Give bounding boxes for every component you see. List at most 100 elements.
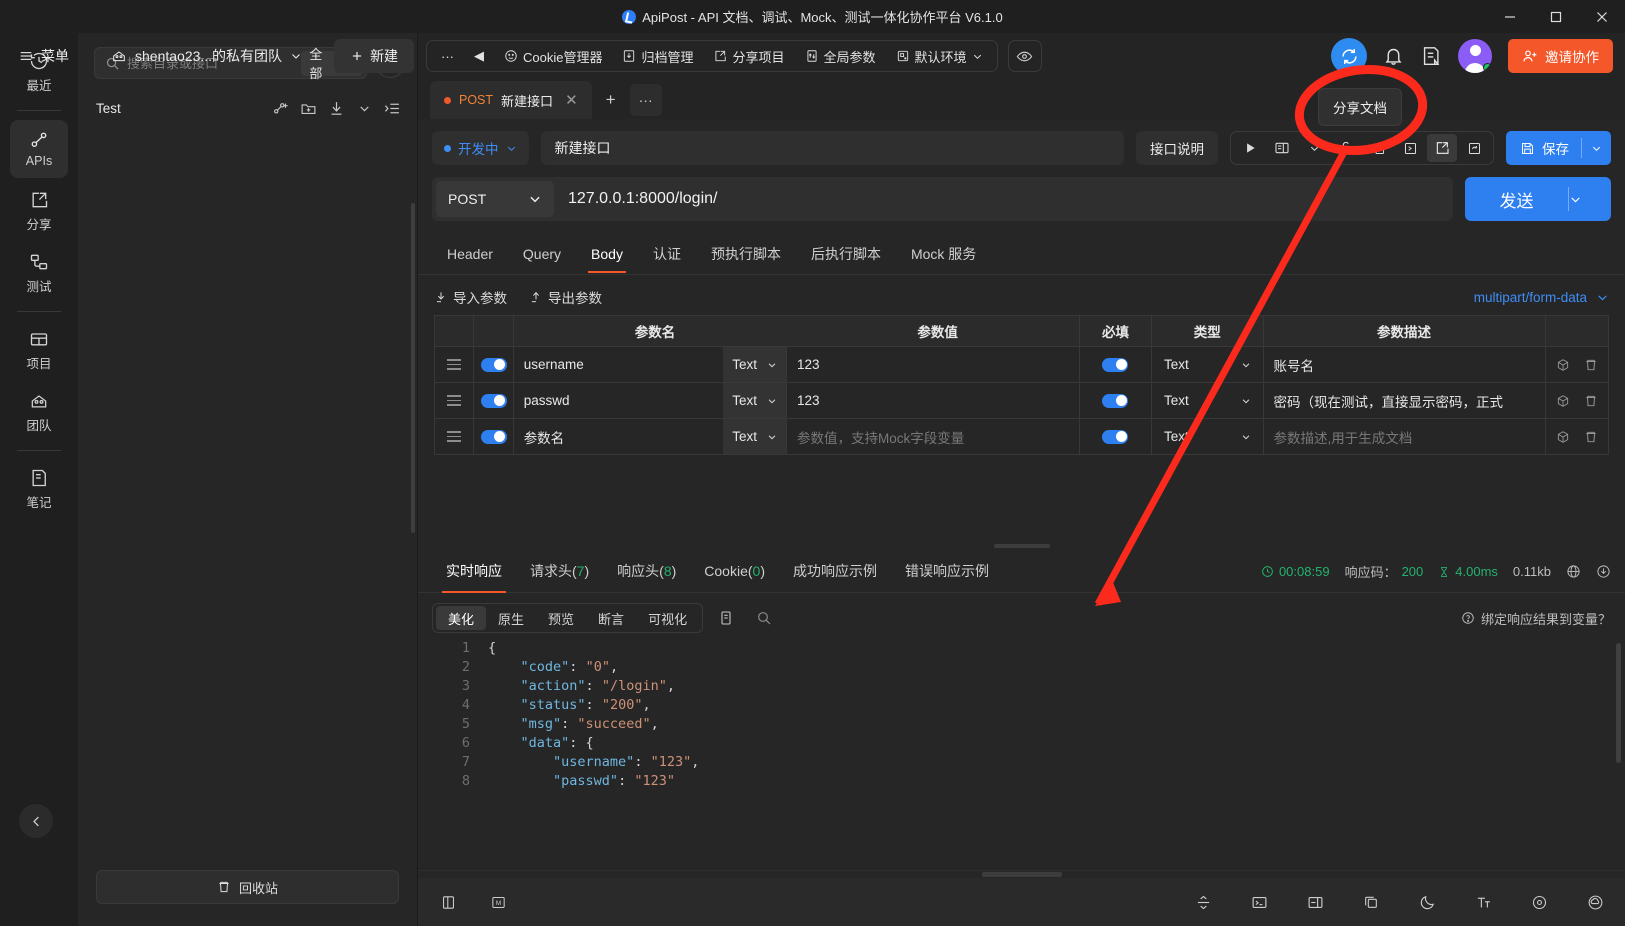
row-enable-toggle[interactable] [473, 346, 514, 383]
new-tab-button[interactable]: + [595, 84, 627, 116]
row-required-toggle[interactable] [1078, 418, 1153, 455]
rail-item-share[interactable]: 分享 [10, 182, 68, 240]
rail-item-team[interactable]: 团队 [10, 383, 68, 441]
share-doc-icon[interactable] [1427, 134, 1457, 162]
tab-options-button[interactable]: ··· [629, 84, 662, 116]
send-button[interactable]: 发送 [1465, 177, 1611, 221]
response-tab-cookie[interactable]: Cookie(0) [690, 553, 779, 590]
rail-item-project[interactable]: 项目 [10, 321, 68, 379]
toolbar-global-params[interactable]: 全局参数 [797, 43, 884, 69]
row-name-type-select[interactable]: Text [723, 419, 786, 454]
rail-item-test[interactable]: 测试 [10, 244, 68, 302]
http-method-select[interactable]: POST [436, 181, 554, 217]
recycle-bin-button[interactable]: 回收站 [96, 870, 399, 904]
panel-right-icon[interactable] [1303, 890, 1327, 914]
toolbar-share-project[interactable]: 分享项目 [705, 43, 792, 69]
team-selector[interactable]: shentao23...的私有团队 [111, 46, 302, 66]
tab-post-script[interactable]: 后执行脚本 [796, 235, 896, 274]
row-name-cell[interactable]: passwd Text [512, 382, 787, 419]
row-drag-handle[interactable] [433, 382, 475, 419]
response-resize-handle[interactable] [418, 541, 1625, 551]
row-desc-cell[interactable]: 参数描述,用于生成文档 [1262, 418, 1546, 455]
save-options-chevron[interactable] [1582, 143, 1611, 154]
import-params-button[interactable]: 导入参数 [434, 287, 507, 307]
row-name-cell[interactable]: username Text [512, 346, 787, 383]
globe-icon[interactable] [1566, 564, 1581, 579]
preview-eye-button[interactable] [1007, 40, 1042, 72]
tab-header[interactable]: Header [432, 237, 508, 272]
menu-button[interactable]: 菜单 [18, 46, 69, 66]
export-params-button[interactable]: 导出参数 [529, 287, 602, 307]
delete-row-icon[interactable] [1584, 430, 1598, 444]
toolbar-more-button[interactable]: ··· [433, 43, 462, 69]
row-enable-toggle[interactable] [473, 418, 514, 455]
layout-icon[interactable] [1267, 134, 1297, 162]
row-value-cell[interactable]: 123 [785, 382, 1080, 419]
row-drag-handle[interactable] [433, 346, 475, 383]
view-tab-assert[interactable]: 断言 [586, 606, 636, 630]
response-tab-success-example[interactable]: 成功响应示例 [779, 551, 891, 592]
tab-pre-script[interactable]: 预执行脚本 [696, 235, 796, 274]
collapse-all-icon[interactable] [381, 97, 403, 119]
collapse-icon[interactable] [1191, 890, 1215, 914]
delete-row-icon[interactable] [1584, 394, 1598, 408]
bind-response-hint[interactable]: 绑定响应结果到变量？ [1461, 609, 1611, 628]
row-type-select[interactable]: Text [1151, 382, 1264, 419]
delete-row-icon[interactable] [1584, 358, 1598, 372]
layout-chevron-icon[interactable] [1299, 134, 1329, 162]
unlock-icon[interactable] [1331, 134, 1361, 162]
copy-response-icon[interactable] [711, 603, 741, 633]
code-scrollbar-vertical[interactable] [1616, 643, 1621, 763]
row-desc-cell[interactable]: 密码（现在测试，直接显示密码，正式 [1262, 382, 1546, 419]
row-type-select[interactable]: Text [1151, 346, 1264, 383]
tree-root-row[interactable]: Test [78, 89, 417, 127]
row-desc-cell[interactable]: 账号名 [1262, 346, 1546, 383]
search-response-icon[interactable] [749, 603, 779, 633]
response-tab-error-example[interactable]: 错误响应示例 [891, 551, 1003, 592]
collapse-sidebar-button[interactable] [19, 804, 53, 838]
view-tab-preview[interactable]: 预览 [536, 606, 586, 630]
response-tab-response-headers[interactable]: 响应头(8) [603, 551, 690, 592]
toolbar-environment-select[interactable]: 默认环境 [888, 43, 991, 69]
mock-icon[interactable] [1556, 394, 1570, 408]
cloud-sync-icon[interactable] [1583, 890, 1607, 914]
code-export-icon[interactable] [1395, 134, 1425, 162]
table-row[interactable]: username Text 123 Text 账号名 [433, 346, 1610, 383]
duplicate-icon[interactable] [1359, 890, 1383, 914]
request-tab[interactable]: POST 新建接口 ✕ [430, 81, 592, 119]
view-tab-visualize[interactable]: 可视化 [636, 606, 699, 630]
avatar[interactable] [1458, 39, 1492, 73]
response-code-viewer[interactable]: 1{2 "code": "0", 3 "action": "/login", 4 "… [418, 639, 1625, 870]
invite-collaborate-button[interactable]: 邀请协作 [1508, 39, 1613, 73]
row-drag-handle[interactable] [433, 418, 475, 455]
view-tab-raw[interactable]: 原生 [486, 606, 536, 630]
row-name-cell[interactable]: 参数名 Text [512, 418, 787, 455]
add-api-icon[interactable] [269, 97, 291, 119]
content-type-select[interactable]: multipart/form-data [1474, 290, 1609, 305]
row-required-toggle[interactable] [1078, 346, 1153, 383]
chevron-down-icon[interactable] [353, 97, 375, 119]
table-row[interactable]: 参数名 Text 参数值，支持Mock字段变量 Text 参数描述,用于生成文档 [433, 418, 1610, 455]
save-button[interactable]: 保存 [1506, 131, 1611, 165]
dark-mode-icon[interactable] [1415, 890, 1439, 914]
tab-mock-service[interactable]: Mock 服务 [896, 235, 991, 274]
minimize-button[interactable] [1487, 0, 1533, 33]
api-name-input[interactable] [540, 131, 1124, 165]
markdown-icon[interactable]: M [486, 890, 510, 914]
copy-icon[interactable] [1363, 134, 1393, 162]
response-tab-request-headers[interactable]: 请求头(7) [516, 551, 603, 592]
mock-icon[interactable] [1556, 358, 1570, 372]
new-folder-icon[interactable] [297, 97, 319, 119]
code-scrollbar-horizontal[interactable] [418, 870, 1625, 878]
api-status-select[interactable]: 开发中 [432, 131, 529, 165]
row-type-select[interactable]: Text [1151, 418, 1264, 455]
tree-scrollbar[interactable] [411, 203, 415, 533]
import-icon[interactable] [325, 97, 347, 119]
notifications-button[interactable] [1383, 46, 1404, 67]
view-tab-pretty[interactable]: 美化 [436, 606, 487, 630]
console-icon[interactable] [1247, 890, 1271, 914]
tab-query[interactable]: Query [508, 237, 576, 272]
row-value-cell[interactable]: 123 [785, 346, 1080, 383]
new-button[interactable]: 新建 [334, 39, 415, 73]
sidebar-toggle-icon[interactable] [436, 890, 460, 914]
